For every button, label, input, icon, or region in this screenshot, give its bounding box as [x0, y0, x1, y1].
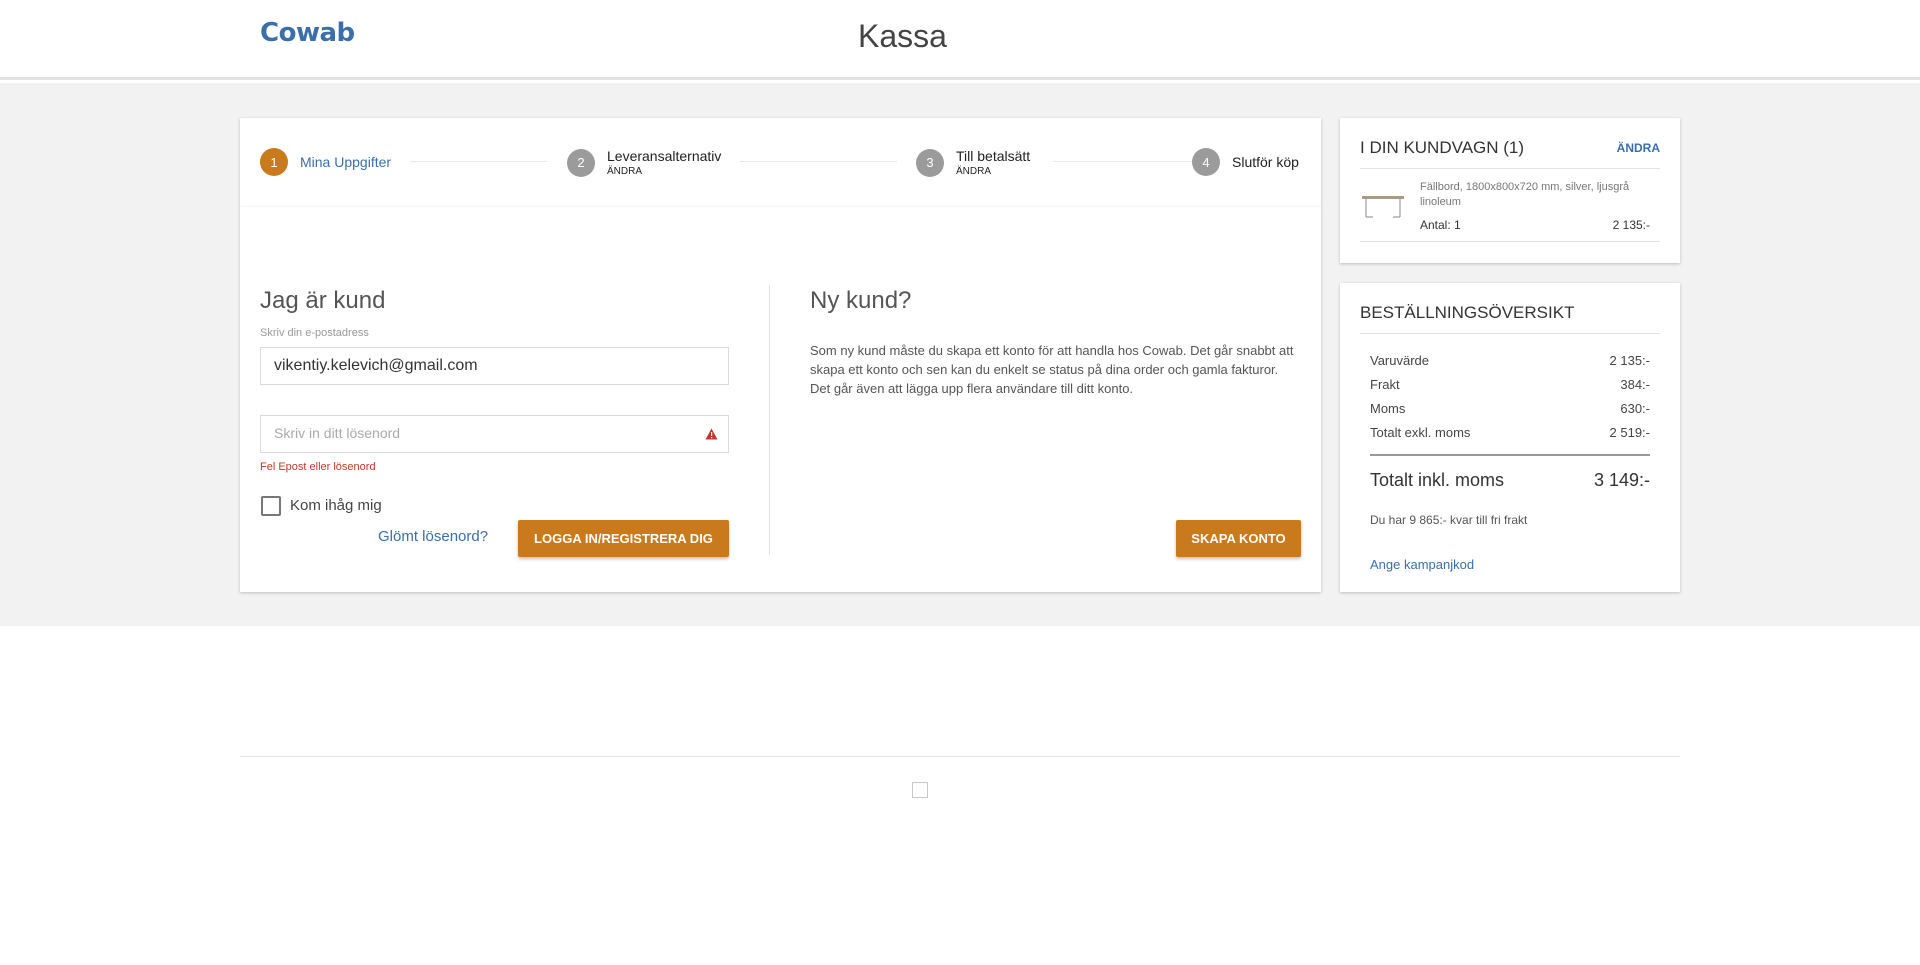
login-register-button[interactable]: LOGGA IN/REGISTRERA DIG	[518, 520, 729, 557]
step-label: Mina Uppgifter	[300, 154, 392, 170]
summary-row-value: 384:-	[1620, 377, 1650, 392]
new-customer-description: Som ny kund måste du skapa ett konto för…	[810, 343, 1294, 396]
create-account-button[interactable]: SKAPA KONTO	[1176, 520, 1301, 557]
step-connector	[1053, 161, 1193, 162]
step-connector	[410, 161, 547, 162]
login-error-message: Fel Epost eller lösenord	[260, 461, 376, 473]
step-number: 4	[1192, 148, 1220, 176]
step-payment[interactable]: 3 Till betalsätt ÄNDRA	[916, 148, 1030, 177]
column-divider	[769, 285, 770, 555]
step-label: Leveransalternativ	[607, 148, 722, 164]
summary-row-label: Varuvärde	[1370, 353, 1430, 368]
table-thumbnail-icon[interactable]	[1361, 190, 1405, 220]
total-value: 3 149:-	[1593, 470, 1650, 490]
cart-card: I DIN KUNDVAGN (1) ÄNDRA Fällbord, 1800x…	[1340, 118, 1680, 263]
cart-title: I DIN KUNDVAGN (1)	[1360, 138, 1525, 157]
email-label: Skriv din e-postadress	[260, 327, 369, 339]
checkout-steps: 1 Mina Uppgifter 2 Leveransalternativ ÄN…	[240, 118, 1321, 207]
cart-divider	[1360, 241, 1660, 242]
login-card: Jag är kund Skriv din e-postadress Fel E…	[240, 207, 1321, 592]
step-complete[interactable]: 4 Slutför köp	[1192, 148, 1299, 176]
broken-image-icon	[912, 782, 928, 798]
summary-row: Frakt 384:-	[1370, 377, 1650, 392]
existing-customer-heading: Jag är kund	[260, 287, 386, 314]
password-field[interactable]	[260, 415, 729, 453]
email-field[interactable]	[260, 347, 729, 385]
summary-row-value: 2 135:-	[1609, 353, 1650, 368]
summary-total-row: Totalt inkl. moms 3 149:-	[1370, 470, 1650, 491]
summary-row-label: Moms	[1370, 401, 1406, 416]
campaign-code-link[interactable]: Ange kampanjkod	[1370, 557, 1474, 572]
total-label: Totalt inkl. moms	[1370, 470, 1505, 490]
new-customer-heading: Ny kund?	[810, 287, 912, 314]
summary-title: BESTÄLLNINGSÖVERSIKT	[1360, 303, 1575, 322]
page-title: Kassa	[858, 18, 947, 54]
step-delivery[interactable]: 2 Leveransalternativ ÄNDRA	[567, 148, 721, 177]
summary-row: Varuvärde 2 135:-	[1370, 353, 1650, 368]
remember-me-label[interactable]: Kom ihåg mig	[290, 497, 382, 514]
footer-divider	[240, 756, 1680, 757]
step-my-details[interactable]: 1 Mina Uppgifter	[260, 148, 391, 176]
cart-divider	[1360, 168, 1660, 169]
summary-row-label: Totalt exkl. moms	[1370, 425, 1471, 440]
summary-row: Moms 630:-	[1370, 401, 1650, 416]
step-label: Slutför köp	[1232, 154, 1299, 170]
step-connector	[740, 161, 897, 162]
summary-row-value: 2 519:-	[1609, 425, 1650, 440]
step-change-link[interactable]: ÄNDRA	[956, 166, 1030, 177]
summary-row-label: Frakt	[1370, 377, 1400, 392]
forgot-password-link[interactable]: Glömt lösenord?	[378, 528, 488, 545]
cart-item-name[interactable]: Fällbord, 1800x800x720 mm, silver, ljusg…	[1420, 180, 1650, 210]
step-number: 1	[260, 148, 288, 176]
cart-change-link[interactable]: ÄNDRA	[1617, 141, 1660, 155]
summary-row-value: 630:-	[1620, 401, 1650, 416]
remember-me-checkbox[interactable]	[261, 496, 281, 516]
free-shipping-notice: Du har 9 865:- kvar till fri frakt	[1370, 513, 1528, 527]
order-summary-card: BESTÄLLNINGSÖVERSIKT Varuvärde 2 135:- F…	[1340, 283, 1680, 592]
summary-row: Totalt exkl. moms 2 519:-	[1370, 425, 1650, 440]
summary-total-divider	[1370, 454, 1650, 456]
step-number: 3	[916, 148, 944, 177]
cart-item-price: 2 135:-	[1612, 218, 1650, 232]
summary-divider	[1360, 333, 1660, 334]
step-change-link[interactable]: ÄNDRA	[607, 166, 721, 177]
cart-item-quantity: Antal: 1	[1420, 218, 1461, 232]
step-label: Till betalsätt	[956, 148, 1031, 164]
site-header: Cowab Kassa	[0, 0, 1920, 80]
step-number: 2	[567, 148, 595, 177]
warning-icon	[705, 428, 718, 440]
